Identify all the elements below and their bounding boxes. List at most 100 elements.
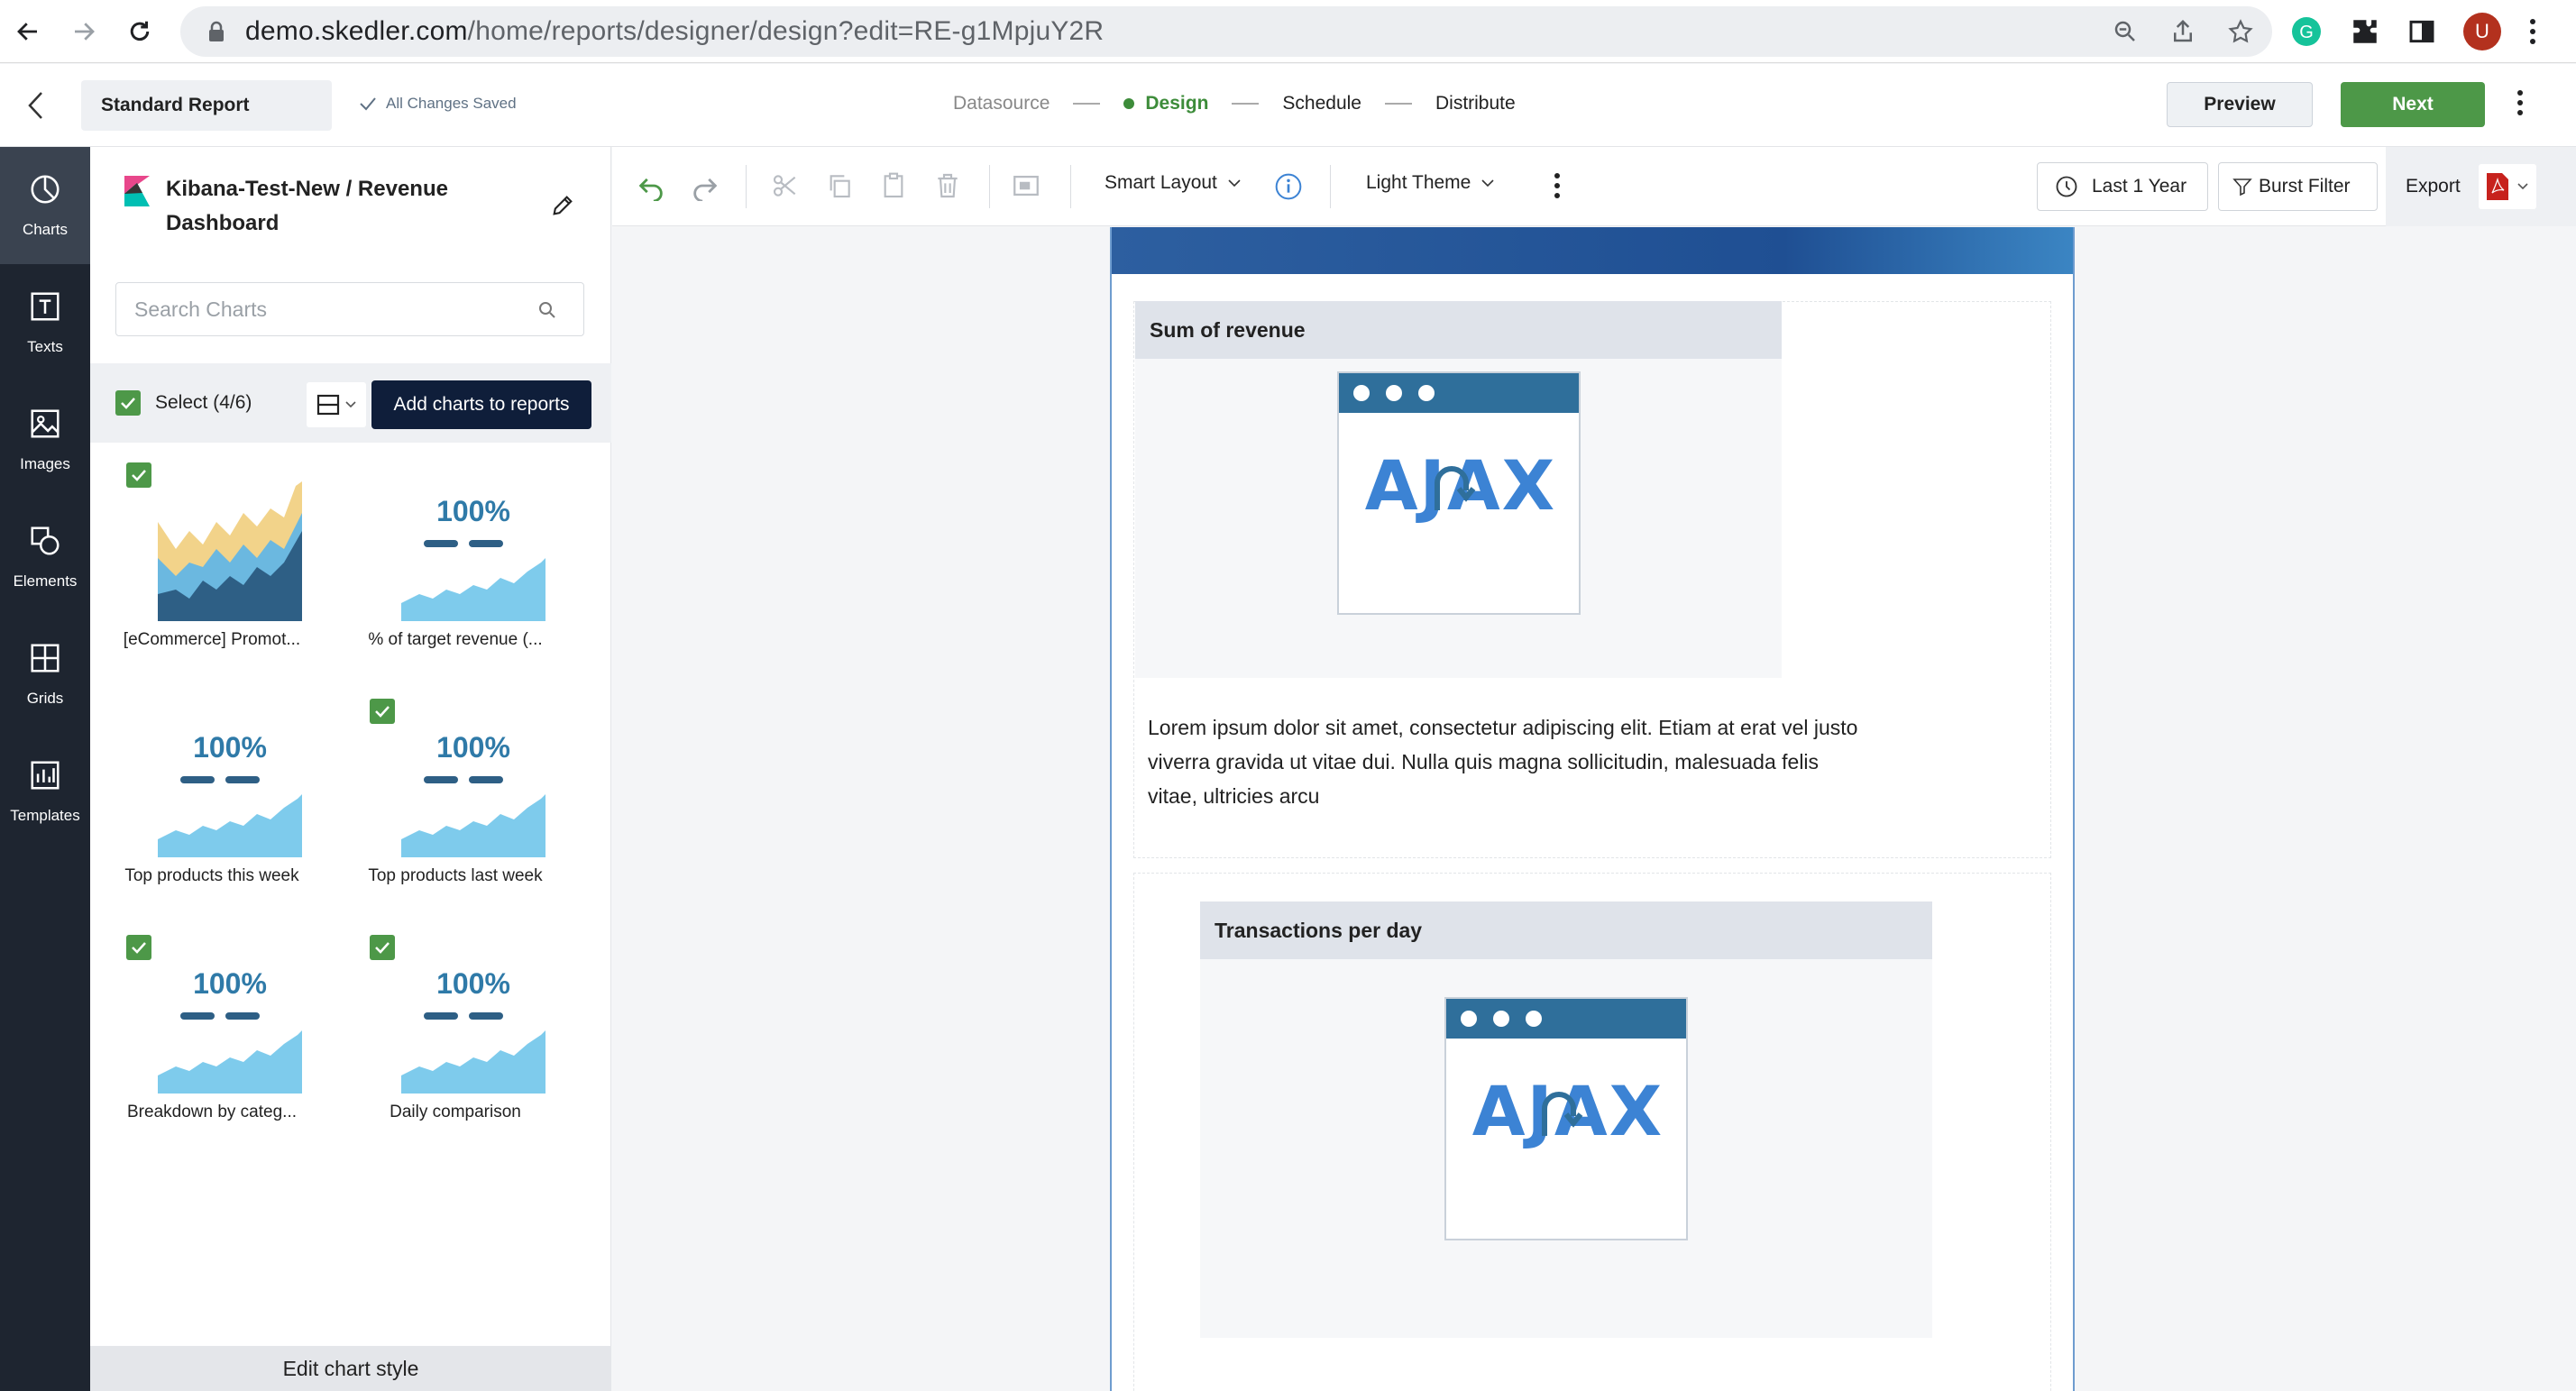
wizard-steps: Datasource Design Schedule Distribute <box>953 93 1516 114</box>
chart-name: [eCommerce] Promot... <box>123 630 301 649</box>
ajax-placeholder-image: AJAX <box>1444 997 1688 1240</box>
share-icon[interactable] <box>2169 18 2196 45</box>
browser-forward-button[interactable] <box>56 0 112 63</box>
info-icon[interactable] <box>1274 172 1303 201</box>
check-icon <box>132 942 146 954</box>
refresh-arrows-icon <box>1542 1092 1583 1136</box>
address-bar[interactable]: demo.skedler.com/home/reports/designer/d… <box>180 6 2272 57</box>
charts-panel: Kibana-Test-New / Revenue Dashboard Sele… <box>90 147 611 1391</box>
image-icon <box>31 409 60 438</box>
dashboard-title: Kibana-Test-New / Revenue Dashboard <box>124 172 521 241</box>
left-rail: Charts Texts Images Elements Grids Templ… <box>0 147 90 1391</box>
chart-card-breakdown-by-category[interactable]: 100% Breakdown by categ... <box>90 935 325 1151</box>
preview-button[interactable]: Preview <box>2167 82 2313 127</box>
widget-body-transactions-per-day[interactable]: AJAX <box>1200 959 1932 1338</box>
chart-checkbox[interactable] <box>126 462 151 488</box>
browser-reload-button[interactable] <box>112 0 168 63</box>
chart-checkbox[interactable] <box>370 935 395 960</box>
profile-avatar[interactable]: U <box>2463 13 2501 50</box>
browser-back-button[interactable] <box>0 0 56 63</box>
widget-title-transactions-per-day[interactable]: Transactions per day <box>1200 901 1932 959</box>
export-control[interactable]: Export <box>2386 147 2576 226</box>
browser-toolbar: demo.skedler.com/home/reports/designer/d… <box>0 0 2576 63</box>
layout-icon <box>316 394 340 416</box>
step-schedule[interactable]: Schedule <box>1282 93 1361 114</box>
theme-dropdown[interactable]: Light Theme <box>1366 172 1494 194</box>
edit-title-button[interactable] <box>550 192 575 224</box>
widget-title-sum-of-revenue[interactable]: Sum of revenue <box>1135 301 1782 359</box>
zoom-icon[interactable] <box>2112 18 2139 45</box>
rail-item-texts[interactable]: Texts <box>0 264 90 381</box>
time-range-button[interactable]: Last 1 Year <box>2037 162 2208 211</box>
report-name-field[interactable]: Standard Report <box>81 80 332 131</box>
paste-icon[interactable] <box>879 170 908 201</box>
filter-icon <box>2232 178 2252 197</box>
ajax-placeholder-image: AJAX <box>1337 371 1581 615</box>
metric-value: 100% <box>436 967 510 1000</box>
select-bar: Select (4/6) Add charts to reports <box>90 363 611 443</box>
check-icon <box>375 942 390 954</box>
star-icon[interactable] <box>2227 18 2254 45</box>
frame-icon[interactable] <box>1011 170 1041 201</box>
burst-filter-button[interactable]: Burst Filter <box>2218 162 2378 211</box>
layout-toggle-button[interactable] <box>307 382 366 427</box>
rail-item-charts[interactable]: Charts <box>0 147 90 264</box>
grammarly-icon[interactable]: G <box>2290 15 2323 48</box>
pencil-icon <box>553 196 573 215</box>
metric-value: 100% <box>193 731 267 764</box>
metric-value: 100% <box>436 495 510 527</box>
step-distribute[interactable]: Distribute <box>1435 93 1516 114</box>
back-button[interactable] <box>27 91 45 124</box>
reload-icon <box>130 21 150 41</box>
save-status: All Changes Saved <box>359 95 517 113</box>
refresh-arrows-icon <box>1435 466 1476 510</box>
edit-chart-style-button[interactable]: Edit chart style <box>90 1346 611 1391</box>
chart-checkbox[interactable] <box>370 699 395 724</box>
undo-icon[interactable] <box>636 170 666 201</box>
search-charts-input[interactable] <box>134 297 513 322</box>
arrow-right-icon <box>75 22 95 41</box>
rail-item-templates[interactable]: Templates <box>0 733 90 850</box>
step-datasource[interactable]: Datasource <box>953 93 1050 114</box>
clock-icon <box>2056 176 2077 197</box>
chart-card-daily-comparison[interactable]: 100% Daily comparison <box>334 935 568 1151</box>
step-design[interactable]: Design <box>1123 93 1208 114</box>
toolbar-more-icon[interactable] <box>1553 170 1562 201</box>
search-charts-field[interactable] <box>115 282 584 336</box>
design-canvas: Sum of revenue AJAX Lorem ipsum dolor si… <box>612 227 2576 1391</box>
metric-value: 100% <box>436 731 510 764</box>
browser-menu-icon[interactable] <box>2528 16 2537 47</box>
chart-name: % of target revenue (... <box>368 630 543 649</box>
side-panel-icon[interactable] <box>2407 17 2436 46</box>
rail-item-images[interactable]: Images <box>0 381 90 499</box>
rail-item-grids[interactable]: Grids <box>0 616 90 733</box>
chart-card-top-products-this-week[interactable]: 100% Top products this week <box>90 699 325 915</box>
redo-icon[interactable] <box>690 170 720 201</box>
chart-card-ecommerce[interactable]: [eCommerce] Promot... <box>90 462 325 679</box>
select-all-checkbox[interactable] <box>115 390 141 416</box>
select-count-label: Select (4/6) <box>155 392 252 413</box>
pie-chart-icon <box>31 175 60 204</box>
chart-card-target-revenue[interactable]: 100% % of target revenue (... <box>334 462 568 679</box>
widget-body-sum-of-revenue[interactable]: AJAX <box>1135 359 1782 678</box>
add-charts-button[interactable]: Add charts to reports <box>371 380 591 429</box>
header-menu-button[interactable] <box>2516 87 2525 123</box>
export-format-dropdown[interactable] <box>2478 164 2536 209</box>
chart-name: Top products this week <box>124 866 299 885</box>
copy-icon[interactable] <box>825 170 854 201</box>
designer-toolbar: Smart Layout Light Theme Last 1 Year Bur… <box>612 147 2576 226</box>
search-icon <box>539 302 555 318</box>
svg-text:G: G <box>2299 23 2314 42</box>
smart-layout-dropdown[interactable]: Smart Layout <box>1105 172 1241 194</box>
trash-icon[interactable] <box>933 170 962 201</box>
cut-icon[interactable] <box>771 170 800 201</box>
check-icon <box>121 398 135 409</box>
next-button[interactable]: Next <box>2341 82 2485 127</box>
lorem-text-block[interactable]: Lorem ipsum dolor sit amet, consectetur … <box>1148 710 1869 813</box>
chart-checkbox[interactable] <box>126 935 151 960</box>
chart-card-top-products-last-week[interactable]: 100% Top products last week <box>334 699 568 915</box>
check-icon <box>375 706 390 718</box>
extensions-icon[interactable] <box>2350 16 2380 47</box>
rail-item-elements[interactable]: Elements <box>0 499 90 616</box>
text-icon <box>31 292 60 321</box>
